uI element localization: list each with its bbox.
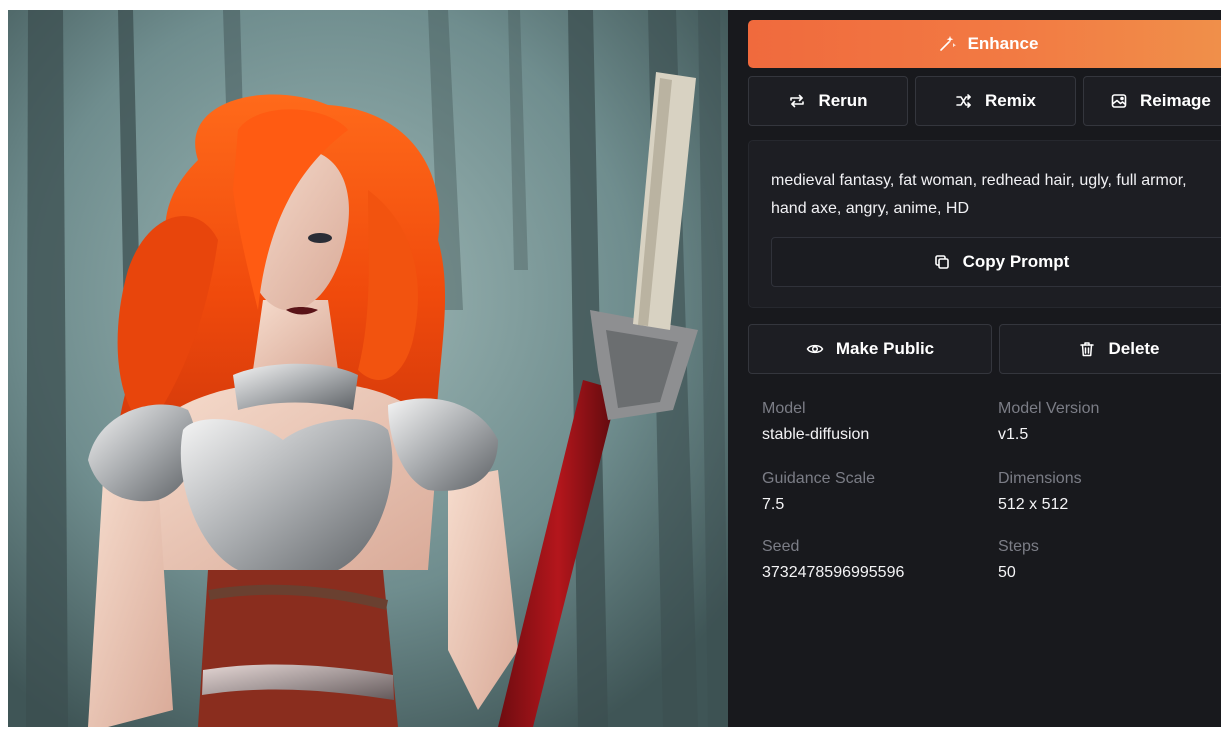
guidance-scale-label: Guidance Scale: [762, 470, 875, 487]
model-field: Model stable-diffusion: [762, 400, 869, 444]
steps-label: Steps: [998, 538, 1039, 555]
eye-icon: [806, 340, 824, 358]
seed-label: Seed: [762, 538, 800, 555]
remix-button[interactable]: Remix: [915, 76, 1076, 126]
prompt-card: medieval fantasy, fat woman, redhead hai…: [748, 140, 1221, 308]
generated-image-artwork: [8, 10, 728, 727]
prompt-text: medieval fantasy, fat woman, redhead hai…: [771, 172, 1187, 217]
enhance-label: Enhance: [967, 34, 1039, 53]
rerun-button[interactable]: Rerun: [748, 76, 908, 126]
model-version-value: v1.5: [998, 426, 1029, 443]
model-value: stable-diffusion: [762, 426, 870, 443]
model-version-field: Model Version v1.5: [998, 400, 1099, 444]
trash-icon: [1078, 340, 1096, 358]
magic-wand-icon: [938, 35, 956, 53]
make-public-button[interactable]: Make Public: [748, 324, 992, 374]
dimensions-label: Dimensions: [998, 470, 1082, 487]
screen: Enhance Rerun Remix Reimage medieval fan…: [0, 0, 1221, 731]
rerun-label: Rerun: [818, 91, 868, 110]
reimage-label: Reimage: [1140, 91, 1211, 110]
dimensions-value: 512 x 512: [998, 496, 1069, 513]
copy-prompt-label: Copy Prompt: [962, 252, 1070, 271]
steps-field: Steps 50: [998, 538, 1039, 582]
make-public-label: Make Public: [835, 339, 935, 358]
remix-label: Remix: [984, 91, 1037, 110]
guidance-scale-field: Guidance Scale 7.5: [762, 470, 875, 514]
delete-label: Delete: [1108, 339, 1160, 358]
enhance-button[interactable]: Enhance: [748, 20, 1221, 68]
image-icon: [1110, 92, 1128, 110]
model-version-label: Model Version: [998, 400, 1100, 417]
reimage-button[interactable]: Reimage: [1083, 76, 1221, 126]
copy-prompt-button[interactable]: Copy Prompt: [771, 237, 1221, 287]
details-panel: Enhance Rerun Remix Reimage medieval fan…: [728, 10, 1221, 727]
steps-value: 50: [998, 564, 1016, 581]
dimensions-field: Dimensions 512 x 512: [998, 470, 1082, 514]
shuffle-icon: [955, 92, 973, 110]
generated-image[interactable]: [8, 10, 728, 727]
repeat-icon: [788, 92, 806, 110]
copy-icon: [933, 253, 951, 271]
model-label: Model: [762, 400, 806, 417]
seed-value: 3732478596995596: [762, 564, 905, 581]
seed-field: Seed 3732478596995596: [762, 538, 904, 582]
guidance-scale-value: 7.5: [762, 496, 785, 513]
image-detail-view: Enhance Rerun Remix Reimage medieval fan…: [8, 10, 1221, 727]
delete-button[interactable]: Delete: [999, 324, 1221, 374]
